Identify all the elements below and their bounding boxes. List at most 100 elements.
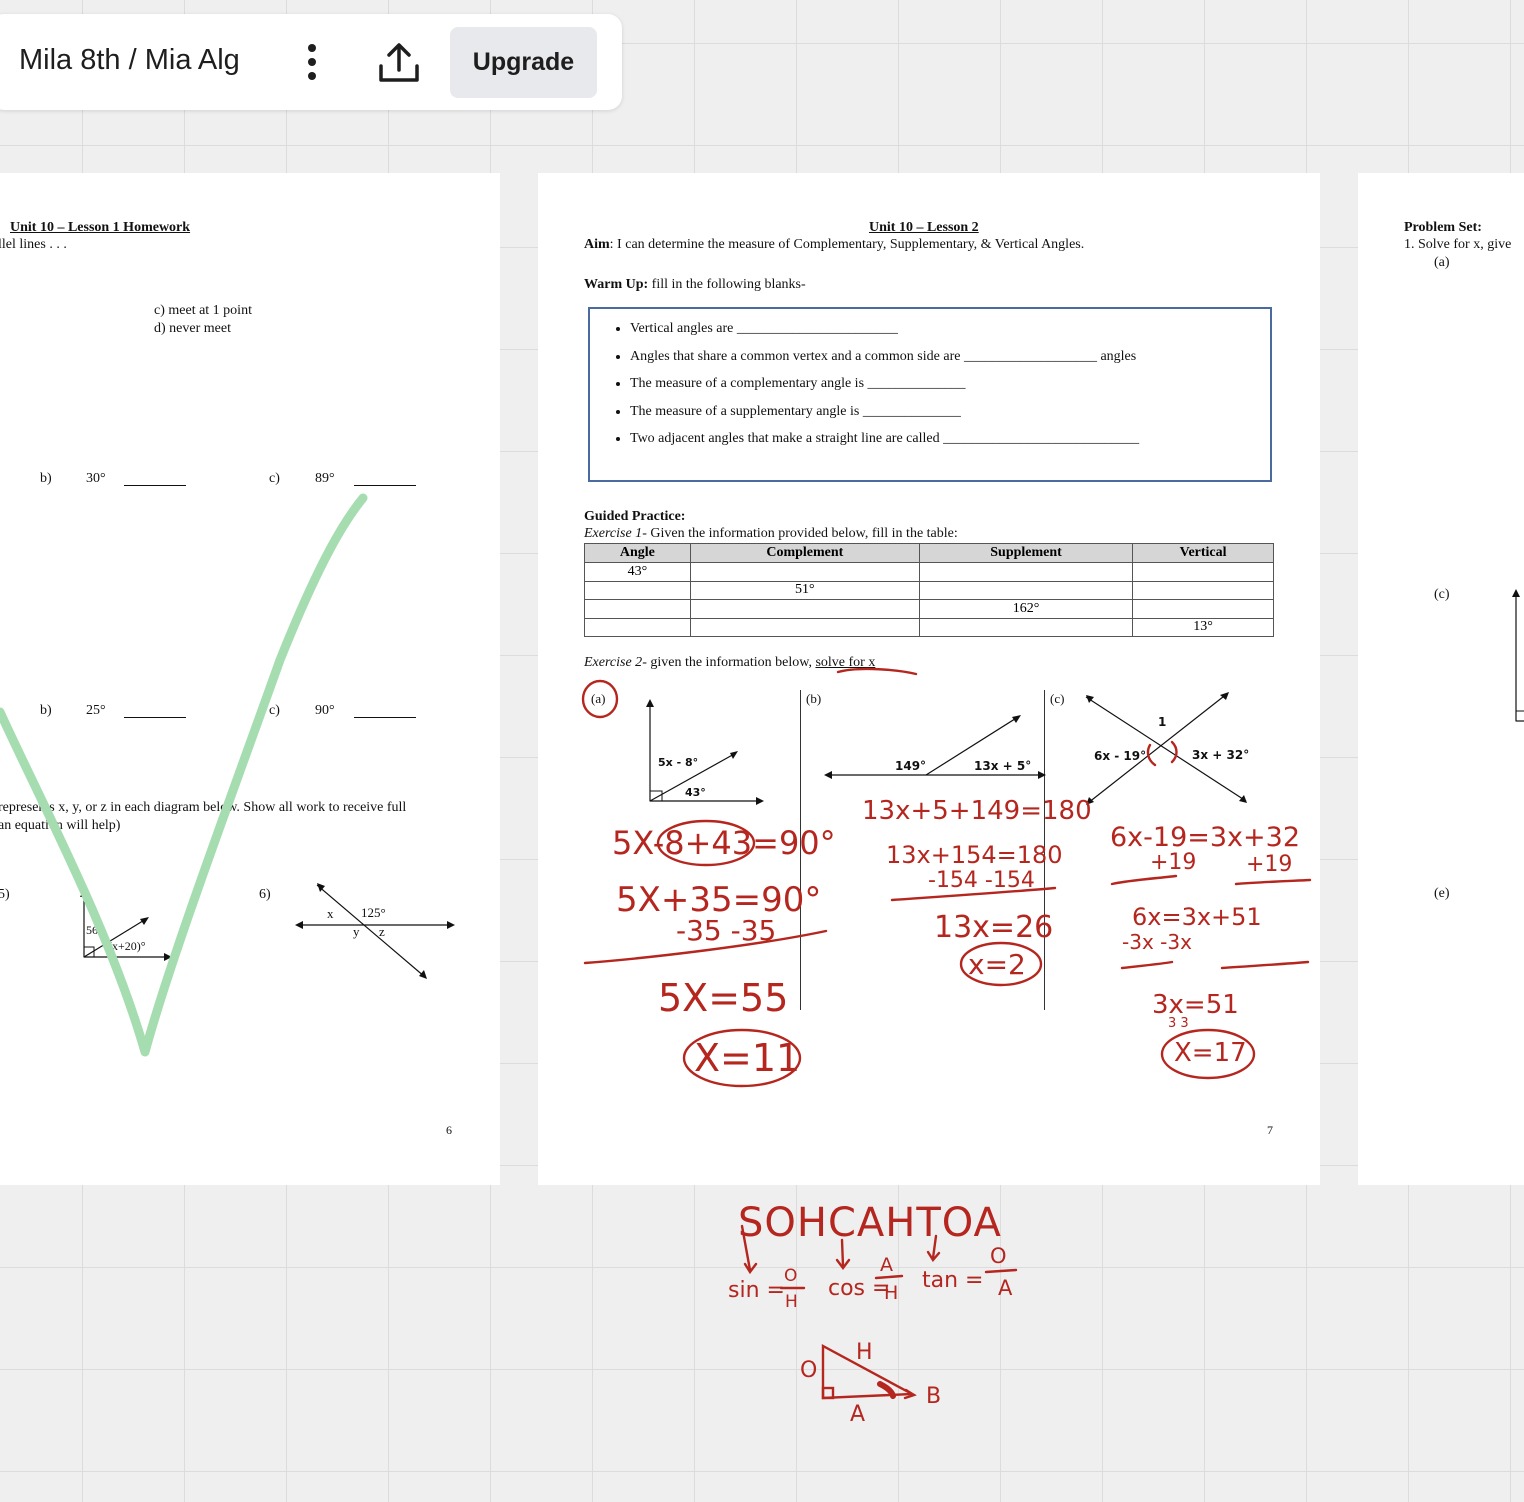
handwriting-c-line4[interactable]: -3x -3x [1122, 930, 1192, 954]
handwriting-c-answer[interactable]: X=17 [1174, 1038, 1247, 1068]
table-cell [1132, 562, 1274, 582]
warmup-item: Angles that share a common vertex and a … [630, 347, 1139, 375]
share-upload-icon[interactable] [376, 40, 422, 86]
handwriting-c-line2b[interactable]: +19 [1246, 852, 1292, 877]
table-header: Supplement [918, 543, 1134, 563]
aim-text: : I can determine the measure of Complem… [609, 237, 1085, 252]
handwriting-a-line1[interactable]: 5X-8+43=90° [612, 824, 836, 862]
fig6-angle: 125° [361, 905, 386, 920]
handwriting-b-line3[interactable]: -154 -154 [928, 868, 1035, 893]
part-b-label: (b) [806, 691, 822, 706]
fig5-angle1: 56° [86, 923, 103, 937]
table-header: Complement [689, 543, 920, 563]
row1-b-label: b) [40, 471, 52, 486]
more-vertical-icon[interactable] [292, 42, 332, 82]
exercise2-label: Exercise 2 [584, 655, 643, 670]
handwriting-cos-num[interactable]: A [880, 1254, 893, 1276]
problem-set-q1: 1. Solve for x, give [1404, 237, 1512, 252]
page-left[interactable]: Unit 10 – Lesson 1 Homework llel lines .… [0, 173, 500, 1185]
fig-a-angle1: 5x - 8° [658, 756, 699, 769]
handwriting-c-line2a[interactable]: +19 [1150, 850, 1196, 875]
aim-label: Aim [584, 237, 610, 252]
handwriting-sin[interactable]: sin = [728, 1278, 785, 1303]
answer-blank [354, 485, 416, 486]
question-fragment: llel lines . . . [0, 237, 67, 252]
table-cell: 13° [1132, 617, 1274, 637]
page-right[interactable]: Problem Set: 1. Solve for x, give (a) (c… [1358, 173, 1524, 1185]
table-header: Vertical [1132, 543, 1274, 563]
exercise1-label: Exercise 1 [584, 526, 643, 541]
answer-blank [354, 717, 416, 718]
handwriting-c-line1[interactable]: 6x-19=3x+32 [1110, 822, 1300, 853]
handwriting-sin-den[interactable]: H [785, 1292, 798, 1312]
problem5-label: 5) [0, 887, 10, 902]
handwriting-tri-b[interactable]: B [926, 1384, 941, 1409]
table-row: 51° [584, 580, 1274, 600]
table-cell: 43° [584, 562, 691, 582]
table-cell [584, 599, 691, 619]
handwriting-cos-den[interactable]: H [884, 1282, 898, 1304]
part-e-label: (e) [1434, 886, 1450, 901]
table-row: 162° [584, 599, 1274, 619]
handwriting-tan-den[interactable]: A [998, 1276, 1012, 1300]
table-header: Angle [584, 543, 691, 563]
handwriting-c-line5[interactable]: 3x=51 [1152, 990, 1239, 1020]
table-cell [689, 562, 920, 582]
handwriting-tri-a[interactable]: A [850, 1402, 865, 1427]
row1-b-value: 30° [86, 471, 106, 486]
fig-c-left: 6x - 19° [1094, 749, 1147, 763]
table-cell [918, 580, 1134, 600]
handwriting-tri-h[interactable]: H [856, 1340, 873, 1365]
fig-b-angle2: 13x + 5° [974, 759, 1032, 773]
row2-c-label: c) [269, 703, 280, 718]
handwriting-c-line3[interactable]: 6x=3x+51 [1132, 903, 1262, 931]
row2-b-label: b) [40, 703, 52, 718]
exercise1-text: - Given the information provided below, … [642, 526, 958, 541]
row1-c-value: 89° [315, 471, 335, 486]
exercise1-table: Angle Complement Supplement Vertical 43°… [584, 543, 1274, 637]
handwriting-sohcahtoa[interactable]: SOHCAHTOA [738, 1200, 1002, 1246]
fig6-y: y [353, 924, 360, 939]
figure-6-diagram [295, 883, 455, 979]
handwriting-a-line4[interactable]: 5X=55 [658, 976, 788, 1020]
page-title: Unit 10 – Lesson 2 [869, 220, 979, 235]
handwriting-cos[interactable]: cos = [828, 1276, 890, 1301]
warmup-item: The measure of a supplementary angle is … [630, 402, 1139, 430]
handwriting-b-line2[interactable]: 13x+154=180 [886, 841, 1063, 869]
handwriting-b-answer[interactable]: x=2 [968, 948, 1026, 981]
part-a-label: (a) [1434, 255, 1450, 270]
handwriting-sin-num[interactable]: O [784, 1266, 797, 1286]
handwriting-b-line4[interactable]: 13x=26 [934, 910, 1053, 945]
warmup-text: fill in the following blanks- [648, 277, 806, 292]
upgrade-button[interactable]: Upgrade [450, 27, 597, 98]
handwriting-a-answer[interactable]: X=11 [694, 1036, 800, 1080]
board-toolbar: Mila 8th / Mia Alg Upgrade [0, 14, 622, 110]
handwriting-b-line1[interactable]: 13x+5+149=180 [862, 796, 1092, 826]
fig6-x: x [327, 906, 334, 921]
table-cell: 51° [689, 580, 920, 600]
board-title[interactable]: Mila 8th / Mia Alg [19, 44, 240, 77]
part-c-label: (c) [1434, 587, 1450, 602]
fig-b-angle1: 149° [895, 759, 927, 773]
fig-c-top: 1 [1158, 715, 1167, 729]
handwriting-tan[interactable]: tan = [922, 1268, 983, 1293]
table-cell [918, 617, 1134, 637]
table-cell [1132, 580, 1274, 600]
directions-line2: an equation will help) [0, 818, 121, 833]
handwriting-tan-num[interactable]: O [990, 1244, 1007, 1268]
table-cell [689, 599, 920, 619]
fig-c-right: 3x + 32° [1192, 748, 1250, 762]
warmup-item: Vertical angles are ____________________… [630, 319, 1139, 347]
handwriting-a-line3[interactable]: -35 -35 [676, 914, 776, 947]
warmup-item: The measure of a complementary angle is … [630, 374, 1139, 402]
page-title: Unit 10 – Lesson 1 Homework [10, 220, 191, 235]
handwriting-tri-o[interactable]: O [800, 1358, 817, 1383]
handwriting-c-line5-denominators[interactable]: 3 3 [1168, 1016, 1189, 1031]
fig6-z: z [379, 924, 385, 939]
part-a-label: (a) [591, 691, 606, 706]
exercise2-solve: solve for x [815, 655, 876, 670]
warmup-box: Vertical angles are ____________________… [588, 307, 1272, 482]
option-c: c) meet at 1 point [154, 303, 252, 318]
page-middle[interactable]: Unit 10 – Lesson 2 Aim: I can determine … [538, 173, 1320, 1185]
guided-practice-label: Guided Practice: [584, 509, 686, 524]
